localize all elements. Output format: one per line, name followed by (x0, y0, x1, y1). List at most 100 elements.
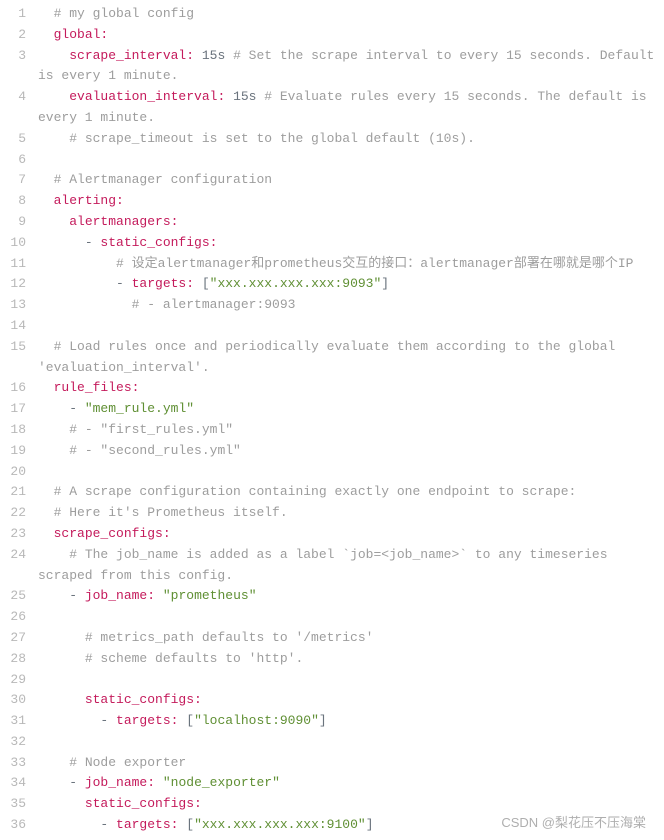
code-token: [ (178, 713, 194, 728)
code-token: : (186, 48, 194, 63)
code-line: 9 alertmanagers: (0, 212, 664, 233)
line-number: 6 (0, 150, 38, 171)
code-token: : (171, 817, 179, 832)
line-number: 2 (0, 25, 38, 46)
code-content: static_configs: (38, 794, 664, 815)
code-token: : (171, 214, 179, 229)
code-token: static_configs (85, 692, 194, 707)
code-token: # Here it's Prometheus itself. (54, 505, 288, 520)
code-token (155, 588, 163, 603)
code-token: "xxx.xxx.xxx.xxx:9093" (210, 276, 382, 291)
code-line: 32 (0, 732, 664, 753)
code-content: - targets: ["xxx.xxx.xxx.xxx:9093"] (38, 274, 664, 295)
line-number: 24 (0, 545, 38, 566)
code-line: 12 - targets: ["xxx.xxx.xxx.xxx:9093"] (0, 274, 664, 295)
line-number: 30 (0, 690, 38, 711)
code-token: # - "first_rules.yml" (69, 422, 233, 437)
code-content: - targets: ["localhost:9090"] (38, 711, 664, 732)
code-content: scrape_configs: (38, 524, 664, 545)
line-number: 10 (0, 233, 38, 254)
code-line: 28 # scheme defaults to 'http'. (0, 649, 664, 670)
code-token: 15s (194, 48, 233, 63)
code-content: # - alertmanager:9093 (38, 295, 664, 316)
line-number: 34 (0, 773, 38, 794)
code-token: : (163, 526, 171, 541)
code-content: - static_configs: (38, 233, 664, 254)
line-number: 27 (0, 628, 38, 649)
code-content: static_configs: (38, 690, 664, 711)
line-number: 5 (0, 129, 38, 150)
line-number: 18 (0, 420, 38, 441)
code-token: : (132, 380, 140, 395)
code-token: # metrics_path defaults to '/metrics' (85, 630, 374, 645)
line-number: 35 (0, 794, 38, 815)
code-content: rule_files: (38, 378, 664, 399)
code-token: : (100, 27, 108, 42)
code-content: # my global config (38, 4, 664, 25)
code-token: "mem_rule.yml" (85, 401, 194, 416)
code-token: targets (132, 276, 187, 291)
code-line: 13 # - alertmanager:9093 (0, 295, 664, 316)
code-content: # The job_name is added as a label `job=… (38, 545, 664, 587)
code-token: ] (381, 276, 389, 291)
code-token: scrape_interval (69, 48, 186, 63)
code-token: - (100, 817, 116, 832)
code-content: alerting: (38, 191, 664, 212)
code-content: # 设定alertmanager和prometheus交互的接口：alertma… (38, 254, 664, 275)
code-content: # Node exporter (38, 753, 664, 774)
code-token: evaluation_interval (69, 89, 217, 104)
code-token: # Alertmanager configuration (54, 172, 272, 187)
line-number: 14 (0, 316, 38, 337)
code-line: 30 static_configs: (0, 690, 664, 711)
code-token: # Load rules once and periodically evalu… (38, 339, 623, 375)
code-line: 20 (0, 462, 664, 483)
line-number: 21 (0, 482, 38, 503)
line-number: 9 (0, 212, 38, 233)
code-token: "xxx.xxx.xxx.xxx:9100" (194, 817, 366, 832)
code-token: - (85, 235, 101, 250)
code-line: 19 # - "second_rules.yml" (0, 441, 664, 462)
code-token: alertmanagers (69, 214, 170, 229)
line-number: 32 (0, 732, 38, 753)
code-token: # Node exporter (69, 755, 186, 770)
line-number: 11 (0, 254, 38, 275)
line-number: 7 (0, 170, 38, 191)
code-token: - (116, 276, 132, 291)
code-line: 1 # my global config (0, 4, 664, 25)
code-line: 5 # scrape_timeout is set to the global … (0, 129, 664, 150)
code-token: # scrape_timeout is set to the global de… (69, 131, 475, 146)
line-number: 17 (0, 399, 38, 420)
line-number: 31 (0, 711, 38, 732)
code-token: - (69, 775, 85, 790)
code-line: 15 # Load rules once and periodically ev… (0, 337, 664, 379)
code-token: scrape_configs (54, 526, 163, 541)
line-number: 33 (0, 753, 38, 774)
code-token: : (116, 193, 124, 208)
code-content: global: (38, 25, 664, 46)
line-number: 16 (0, 378, 38, 399)
code-line: 4 evaluation_interval: 15s # Evaluate ru… (0, 87, 664, 129)
code-token: : (210, 235, 218, 250)
line-number: 4 (0, 87, 38, 108)
code-line: 18 # - "first_rules.yml" (0, 420, 664, 441)
code-token: ] (366, 817, 374, 832)
code-token: # A scrape configuration containing exac… (54, 484, 577, 499)
line-number: 22 (0, 503, 38, 524)
line-number: 20 (0, 462, 38, 483)
code-content: scrape_interval: 15s # Set the scrape in… (38, 46, 664, 88)
code-line: 3 scrape_interval: 15s # Set the scrape … (0, 46, 664, 88)
code-line: 14 (0, 316, 664, 337)
code-line: 6 (0, 150, 664, 171)
line-number: 15 (0, 337, 38, 358)
code-token: - (69, 588, 85, 603)
code-token: ] (319, 713, 327, 728)
line-number: 29 (0, 670, 38, 691)
code-content: # Here it's Prometheus itself. (38, 503, 664, 524)
code-line: 2 global: (0, 25, 664, 46)
watermark: CSDN @梨花压不压海棠 (501, 813, 646, 834)
code-line: 35 static_configs: (0, 794, 664, 815)
code-token: 15s (225, 89, 264, 104)
code-content: - job_name: "prometheus" (38, 586, 664, 607)
code-content: # scrape_timeout is set to the global de… (38, 129, 664, 150)
code-token: rule_files (54, 380, 132, 395)
